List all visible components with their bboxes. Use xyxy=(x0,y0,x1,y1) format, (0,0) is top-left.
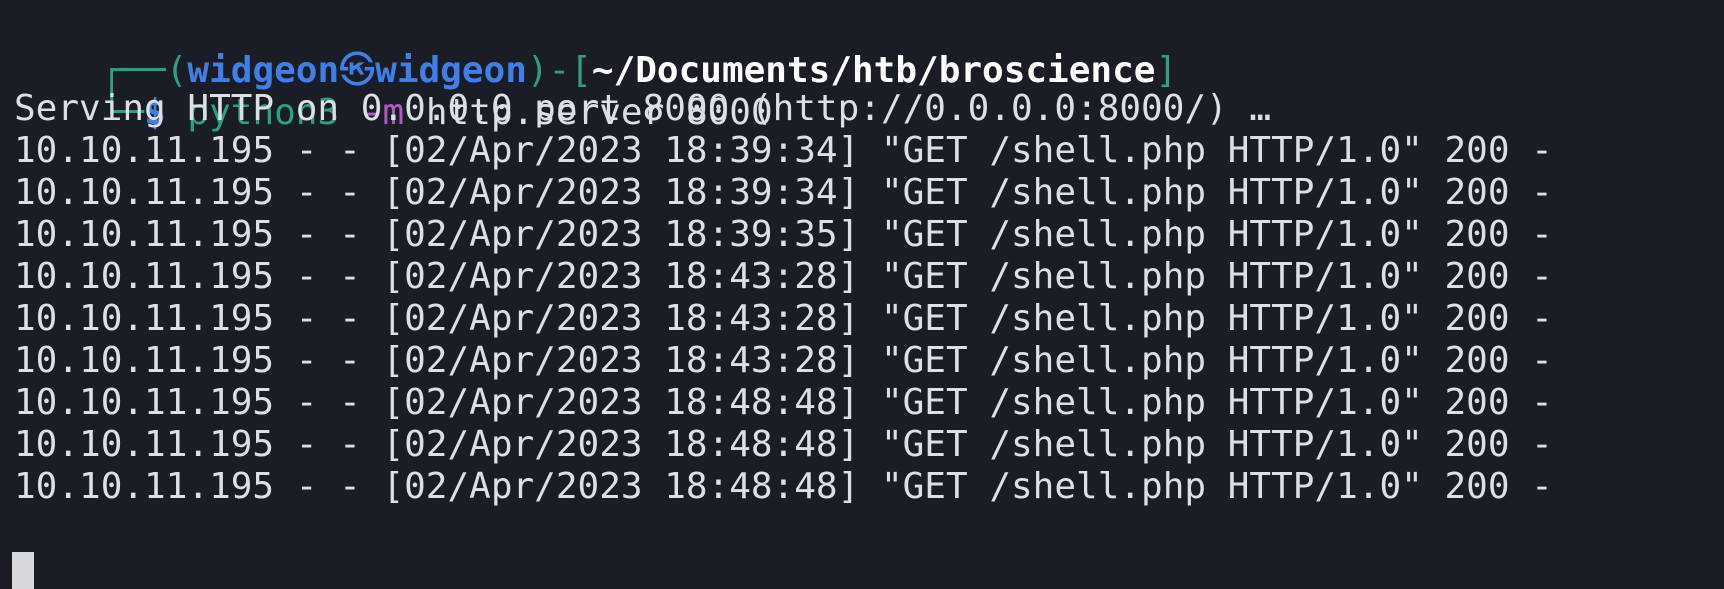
log-line: 10.10.11.195 - - [02/Apr/2023 18:48:48] … xyxy=(14,382,1553,423)
log-line: 10.10.11.195 - - [02/Apr/2023 18:39:34] … xyxy=(14,130,1553,171)
log-line: 10.10.11.195 - - [02/Apr/2023 18:43:28] … xyxy=(14,298,1553,339)
log-line: 10.10.11.195 - - [02/Apr/2023 18:39:34] … xyxy=(14,172,1553,213)
log-line: 10.10.11.195 - - [02/Apr/2023 18:43:28] … xyxy=(14,340,1553,381)
terminal-cursor xyxy=(12,552,34,589)
serving-line: Serving HTTP on 0.0.0.0 port 8000 (http:… xyxy=(14,88,1272,129)
prompt-header-line: ┌──(widgeon㉿widgeon)-[~/Documents/htb/br… xyxy=(14,2,1177,91)
terminal-window[interactable]: ┌──(widgeon㉿widgeon)-[~/Documents/htb/br… xyxy=(0,0,1724,589)
log-line: 10.10.11.195 - - [02/Apr/2023 18:39:35] … xyxy=(14,214,1553,255)
log-line: 10.10.11.195 - - [02/Apr/2023 18:48:48] … xyxy=(14,424,1553,465)
prompt-bracket-close: ] xyxy=(1155,50,1178,91)
prompt-command-line: └─$ python3 -m http.server 8000 xyxy=(14,44,773,133)
log-line: 10.10.11.195 - - [02/Apr/2023 18:48:48] … xyxy=(14,466,1553,507)
log-line: 10.10.11.195 - - [02/Apr/2023 18:43:28] … xyxy=(14,256,1553,297)
